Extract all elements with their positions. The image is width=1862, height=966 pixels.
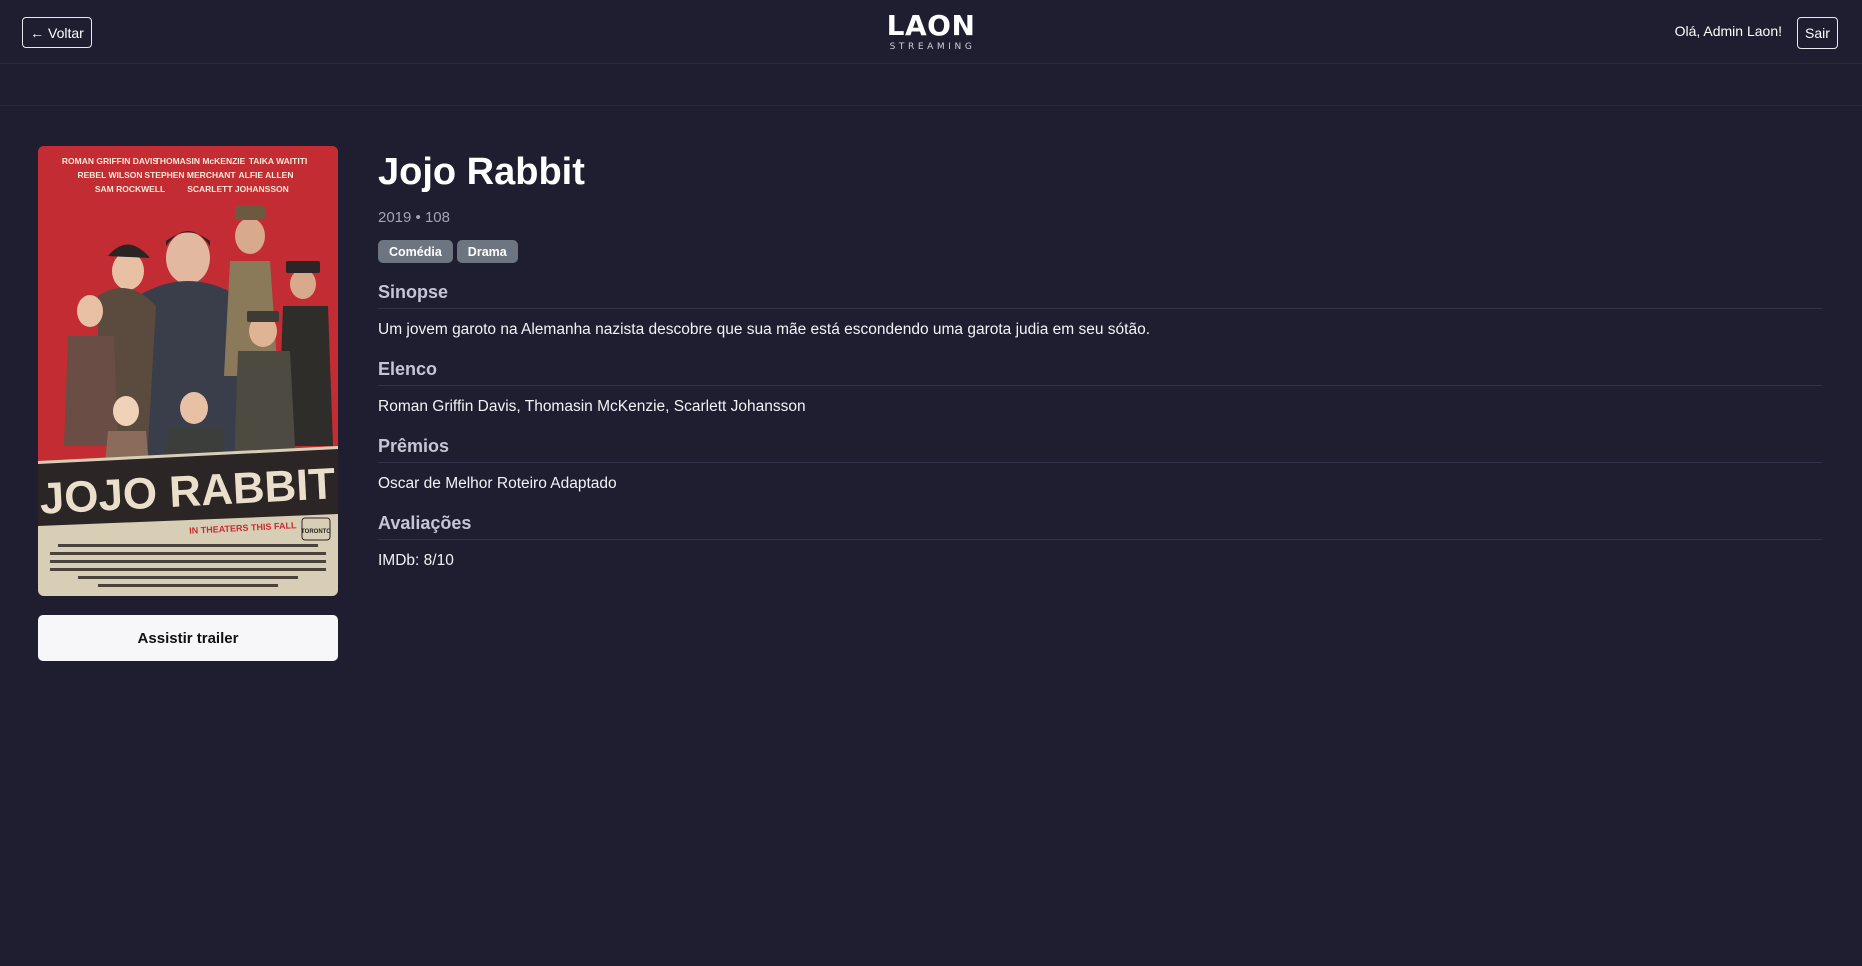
poster-credit: THOMASIN McKENZIE (155, 156, 246, 166)
poster-credit: REBEL WILSON (77, 170, 142, 180)
synopsis-text: Um jovem garoto na Alemanha nazista desc… (378, 321, 1151, 338)
movie-meta: 2019 • 108 (378, 209, 450, 226)
genre-tags: Comédia Drama (378, 240, 1822, 263)
back-button[interactable]: ← Voltar (22, 17, 92, 48)
logout-button[interactable]: Sair (1797, 17, 1838, 49)
poster-credit: STEPHEN MERCHANT (144, 170, 236, 180)
section-title: Elenco (378, 357, 1822, 386)
genre-tag: Drama (456, 240, 518, 263)
ratings-section: Avaliações IMDb: 8/10 (378, 511, 1822, 571)
awards-section: Prêmios Oscar de Melhor Roteiro Adaptado (378, 434, 1822, 494)
poster-credit: TAIKA WAITITI (249, 156, 308, 166)
top-navbar: ← Voltar LAON STREAMING Olá, Admin Laon!… (0, 0, 1862, 64)
cast-text: Roman Griffin Davis, Thomasin McKenzie, … (378, 398, 806, 415)
brand-name: LAON (886, 9, 976, 42)
secondary-bar (0, 64, 1862, 106)
ratings-text: IMDb: 8/10 (378, 552, 454, 569)
poster-artwork: ROMAN GRIFFIN DAVIS THOMASIN McKENZIE TA… (38, 146, 338, 596)
watch-trailer-button[interactable]: Assistir trailer (38, 615, 338, 661)
awards-text: Oscar de Melhor Roteiro Adaptado (378, 475, 617, 492)
movie-details: Jojo Rabbit 2019 • 108 Comédia Drama Sin… (378, 146, 1822, 571)
brand-subtitle: STREAMING (889, 42, 976, 52)
synopsis-section: Sinopse Um jovem garoto na Alemanha nazi… (378, 280, 1822, 340)
section-title: Prêmios (378, 434, 1822, 463)
section-title: Sinopse (378, 280, 1822, 309)
cast-section: Elenco Roman Griffin Davis, Thomasin McK… (378, 357, 1822, 417)
poster-credit: ROMAN GRIFFIN DAVIS (62, 156, 159, 166)
section-title: Avaliações (378, 511, 1822, 540)
movie-poster: ROMAN GRIFFIN DAVIS THOMASIN McKENZIE TA… (38, 146, 338, 596)
poster-festival-badge: TORONTO (301, 529, 331, 535)
movie-title: Jojo Rabbit (378, 151, 585, 193)
poster-credit: ALFIE ALLEN (239, 170, 294, 180)
poster-credit: SCARLETT JOHANSSON (187, 184, 289, 194)
brand-logo: LAON STREAMING (0, 9, 1862, 53)
poster-credit: SAM ROCKWELL (95, 184, 165, 194)
genre-tag: Comédia (378, 240, 453, 263)
user-greeting: Olá, Admin Laon! (1674, 23, 1782, 39)
